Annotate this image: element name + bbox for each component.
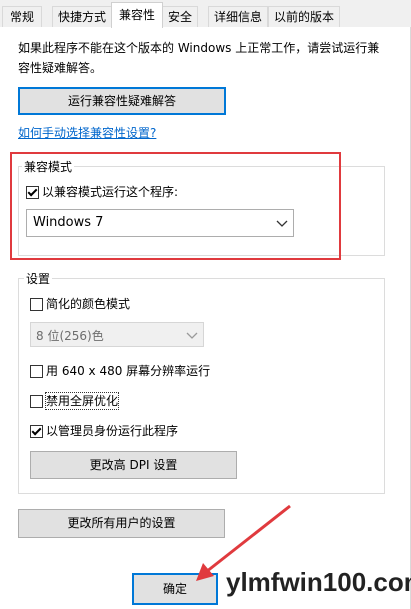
tab-details[interactable]: 详细信息	[208, 6, 268, 27]
highlight-box	[10, 152, 341, 260]
tab-strip: 常规 快捷方式 兼容性 安全 详细信息 以前的版本	[0, 0, 411, 28]
color-depth-select-value: 8 位(256)色	[36, 329, 104, 343]
tab-security[interactable]: 安全	[162, 6, 198, 27]
manual-settings-link[interactable]: 如何手动选择兼容性设置?	[18, 124, 156, 141]
run-as-admin-label: 以管理员身份运行此程序	[46, 424, 179, 438]
color-depth-select[interactable]: 8 位(256)色	[30, 322, 204, 347]
tab-previous-versions[interactable]: 以前的版本	[268, 6, 340, 27]
checkbox-checked-icon	[30, 425, 43, 438]
intro-text-line1: 如果此程序不能在这个版本的 Windows 上正常工作，请尝试运行兼	[18, 41, 380, 55]
run-troubleshooter-button[interactable]: 运行兼容性疑难解答	[18, 87, 226, 115]
resolution-640-label: 用 640 x 480 屏幕分辨率运行	[46, 364, 211, 378]
settings-legend: 设置	[24, 270, 53, 287]
tab-general[interactable]: 常规	[2, 6, 42, 27]
watermark: ylmfwin100.com	[226, 567, 411, 597]
chevron-down-icon	[186, 332, 198, 339]
intro-text-line2: 容性疑难解答。	[18, 61, 103, 75]
reduced-color-label: 简化的颜色模式	[46, 297, 131, 311]
disable-fullscreen-label: 禁用全屏优化	[44, 392, 120, 410]
tab-compatibility[interactable]: 兼容性	[111, 2, 163, 28]
ok-button[interactable]: 确定	[132, 573, 218, 605]
checkbox-icon	[30, 298, 43, 311]
checkbox-icon	[30, 395, 43, 408]
change-all-users-button[interactable]: 更改所有用户的设置	[18, 509, 225, 538]
checkbox-icon	[30, 365, 43, 378]
change-dpi-button[interactable]: 更改高 DPI 设置	[30, 451, 237, 479]
tab-shortcut[interactable]: 快捷方式	[52, 6, 112, 27]
